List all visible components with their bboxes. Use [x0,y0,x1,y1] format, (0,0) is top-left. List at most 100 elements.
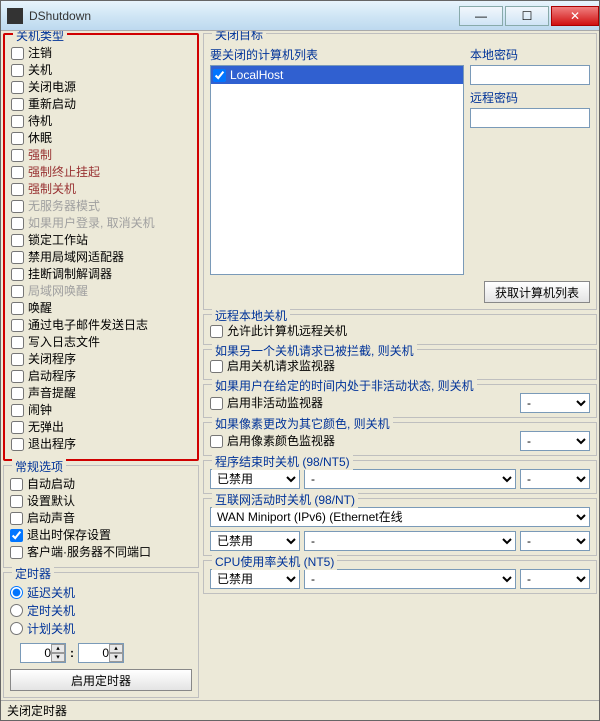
general-option-item[interactable]: 退出时保存设置 [10,527,192,544]
checkbox[interactable] [11,285,24,298]
checkbox[interactable] [10,512,23,525]
up-icon[interactable]: ▴ [109,644,123,653]
general-option-item[interactable]: 启动声音 [10,510,192,527]
shutdown-type-item[interactable]: 关闭程序 [11,351,191,368]
checkbox[interactable] [11,319,24,332]
allow-remote-checkbox[interactable] [210,325,223,338]
shutdown-type-item[interactable]: 挂断调制解调器 [11,266,191,283]
inactivity-combo[interactable]: - [520,393,590,413]
up-icon[interactable]: ▴ [51,644,65,653]
shutdown-type-item[interactable]: 如果用户登录, 取消关机 [11,215,191,232]
shutdown-type-item[interactable]: 强制 [11,147,191,164]
timer-radio-item[interactable]: 延迟关机 [10,583,192,601]
net-combo3[interactable]: - [520,531,590,551]
checkbox[interactable] [11,353,24,366]
checkbox[interactable] [11,183,24,196]
checkbox[interactable] [11,64,24,77]
shutdown-type-item[interactable]: 通过电子邮件发送日志 [11,317,191,334]
general-option-item[interactable]: 客户端·服务器不同端口 [10,544,192,561]
shutdown-type-item[interactable]: 锁定工作站 [11,232,191,249]
shutdown-type-item[interactable]: 强制终止挂起 [11,164,191,181]
checkbox[interactable] [11,115,24,128]
checkbox[interactable] [11,166,24,179]
checkbox[interactable] [11,149,24,162]
timer-radio-item[interactable]: 计划关机 [10,619,192,637]
checkbox[interactable] [11,404,24,417]
checkbox[interactable] [11,268,24,281]
shutdown-type-item[interactable]: 声音提醒 [11,385,191,402]
checkbox[interactable] [11,234,24,247]
checkbox[interactable] [11,251,24,264]
shutdown-type-item[interactable]: 无服务器模式 [11,198,191,215]
shutdown-type-item[interactable]: 唤醒 [11,300,191,317]
general-option-item[interactable]: 自动启动 [10,476,192,493]
list-item[interactable]: LocalHost [211,66,463,84]
proc-combo3[interactable]: - [520,469,590,489]
get-computer-list-button[interactable]: 获取计算机列表 [484,281,590,303]
shutdown-type-item[interactable]: 写入日志文件 [11,334,191,351]
shutdown-type-item[interactable]: 禁用局域网适配器 [11,249,191,266]
close-button[interactable]: ✕ [551,6,599,26]
shutdown-type-item[interactable]: 退出程序 [11,436,191,453]
checkbox[interactable] [10,495,23,508]
timer-hour-spinner[interactable]: ▴▾ [20,643,66,663]
net-combo1[interactable]: 已禁用 [210,531,300,551]
radio[interactable] [10,622,23,635]
shutdown-type-item[interactable]: 闹钟 [11,402,191,419]
radio[interactable] [10,586,23,599]
pixel-checkbox[interactable] [210,435,223,448]
shutdown-type-item[interactable]: 注销 [11,45,191,62]
checkbox[interactable] [11,336,24,349]
proc-combo2[interactable]: - [304,469,516,489]
titlebar[interactable]: DShutdown — ☐ ✕ [1,1,599,31]
checkbox[interactable] [11,200,24,213]
shutdown-type-item[interactable]: 启动程序 [11,368,191,385]
radio[interactable] [10,604,23,617]
down-icon[interactable]: ▾ [109,653,123,662]
cpu-combo2[interactable]: - [304,569,516,589]
net-combo2[interactable]: - [304,531,516,551]
list-item-checkbox[interactable] [213,69,226,82]
checkbox[interactable] [11,302,24,315]
timer-hour-input[interactable] [21,646,51,660]
timer-min-input[interactable] [79,646,109,660]
checkbox[interactable] [11,217,24,230]
shutdown-type-item[interactable]: 局域网唤醒 [11,283,191,300]
inactivity-checkbox[interactable] [210,397,223,410]
shutdown-type-item[interactable]: 关闭电源 [11,79,191,96]
checkbox[interactable] [10,478,23,491]
local-password-input[interactable] [470,65,590,85]
shutdown-type-item[interactable]: 强制关机 [11,181,191,198]
checkbox[interactable] [11,370,24,383]
intercept-group: 如果另一个关机请求已被拦截, 则关机 启用关机请求监视器 [203,349,597,380]
remote-password-input[interactable] [470,108,590,128]
net-adapter-combo[interactable]: WAN Miniport (IPv6) (Ethernet在线 [210,507,590,527]
cpu-combo3[interactable]: - [520,569,590,589]
proc-combo1[interactable]: 已禁用 [210,469,300,489]
checkbox[interactable] [11,47,24,60]
shutdown-type-item[interactable]: 关机 [11,62,191,79]
enable-timer-button[interactable]: 启用定时器 [10,669,192,691]
shutdown-type-item[interactable]: 待机 [11,113,191,130]
shutdown-type-item[interactable]: 无弹出 [11,419,191,436]
down-icon[interactable]: ▾ [51,653,65,662]
checkbox[interactable] [10,529,23,542]
checkbox[interactable] [11,98,24,111]
timer-radio-item[interactable]: 定时关机 [10,601,192,619]
intercept-checkbox[interactable] [210,360,223,373]
minimize-button[interactable]: — [459,6,503,26]
pixel-combo[interactable]: - [520,431,590,451]
checkbox[interactable] [11,438,24,451]
shutdown-type-item[interactable]: 休眠 [11,130,191,147]
checkbox[interactable] [10,546,23,559]
checkbox[interactable] [11,421,24,434]
shutdown-type-item[interactable]: 重新启动 [11,96,191,113]
general-option-item[interactable]: 设置默认 [10,493,192,510]
checkbox[interactable] [11,132,24,145]
checkbox[interactable] [11,81,24,94]
timer-min-spinner[interactable]: ▴▾ [78,643,124,663]
computer-listbox[interactable]: LocalHost [210,65,464,275]
checkbox[interactable] [11,387,24,400]
cpu-combo1[interactable]: 已禁用 [210,569,300,589]
maximize-button[interactable]: ☐ [505,6,549,26]
